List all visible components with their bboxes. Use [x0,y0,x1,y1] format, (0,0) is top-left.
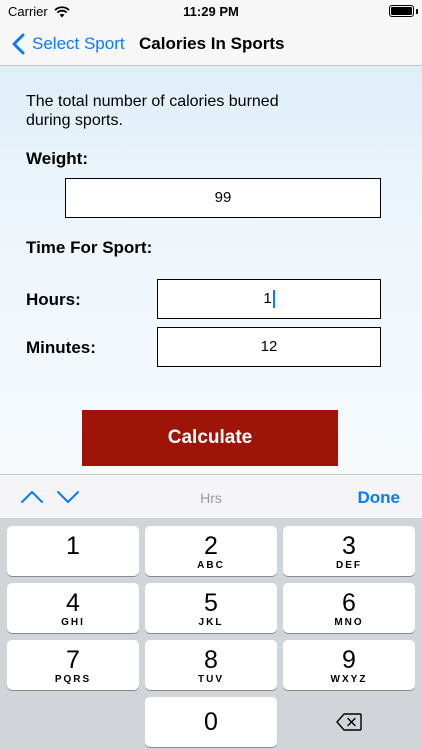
calculator-form: The total number of calories burned duri… [0,66,422,474]
done-button[interactable]: Done [358,488,401,508]
back-button-label: Select Sport [32,34,125,53]
time-for-sport-label: Time For Sport: [26,238,153,257]
key-digit: 8 [204,646,218,674]
key-digit: 4 [66,589,80,617]
key-digit: 9 [342,646,356,674]
weight-value: 99 [214,189,232,206]
hours-label: Hours: [26,290,81,309]
status-bar: Carrier 11:29 PM [0,0,422,22]
key-1[interactable]: 1 [7,526,139,576]
key-digit: 7 [66,646,80,674]
intro-text: The total number of calories burned duri… [26,93,279,129]
navigation-bar: Select Sport Calories In Sports [0,22,422,66]
key-3[interactable]: 3 DEF [283,526,415,576]
key-letters: TUV [198,674,224,685]
key-letters: PQRS [54,674,92,685]
key-0[interactable]: 0 [145,697,277,747]
status-time: 11:29 PM [183,4,239,19]
hours-value: 1 [263,290,272,307]
battery-tip [416,9,418,14]
weight-input[interactable]: 99 [65,178,381,218]
page-title: Calories In Sports [139,34,285,53]
key-digit: 2 [204,532,218,560]
key-letters: MNO [334,617,364,628]
weight-label: Weight: [26,149,89,168]
numeric-keypad: 1 2 ABC 3 DEF 4 GHI 5 JKL 6 MNO 7 PQRS 8… [0,518,422,750]
key-7[interactable]: 7 PQRS [7,640,139,690]
key-letters: ABC [197,560,225,571]
key-digit: 1 [66,532,80,560]
key-letters: WXYZ [330,674,368,685]
battery-icon [389,5,414,17]
backspace-icon [336,713,362,731]
calculate-button[interactable]: Calculate [82,410,338,466]
minutes-input[interactable]: 12 [157,327,381,367]
key-digit: 0 [204,708,218,736]
key-2[interactable]: 2 ABC [145,526,277,576]
key-digit: 6 [342,589,356,617]
key-letters: GHI [61,617,85,628]
key-digit: 5 [204,589,218,617]
key-8[interactable]: 8 TUV [145,640,277,690]
back-button[interactable]: Select Sport [10,22,125,66]
key-6[interactable]: 6 MNO [283,583,415,633]
hours-input[interactable]: 1 [157,279,381,319]
keyboard-toolbar: Hrs Done [0,474,422,518]
key-letters: JKL [198,617,224,628]
key-5[interactable]: 5 JKL [145,583,277,633]
text-cursor [272,290,275,309]
minutes-value: 12 [260,338,278,355]
chevron-left-icon [12,33,25,55]
minutes-label: Minutes: [26,338,96,357]
key-letters: DEF [336,560,362,571]
key-digit: 3 [342,532,356,560]
key-4[interactable]: 4 GHI [7,583,139,633]
delete-key[interactable] [283,697,415,747]
key-9[interactable]: 9 WXYZ [283,640,415,690]
